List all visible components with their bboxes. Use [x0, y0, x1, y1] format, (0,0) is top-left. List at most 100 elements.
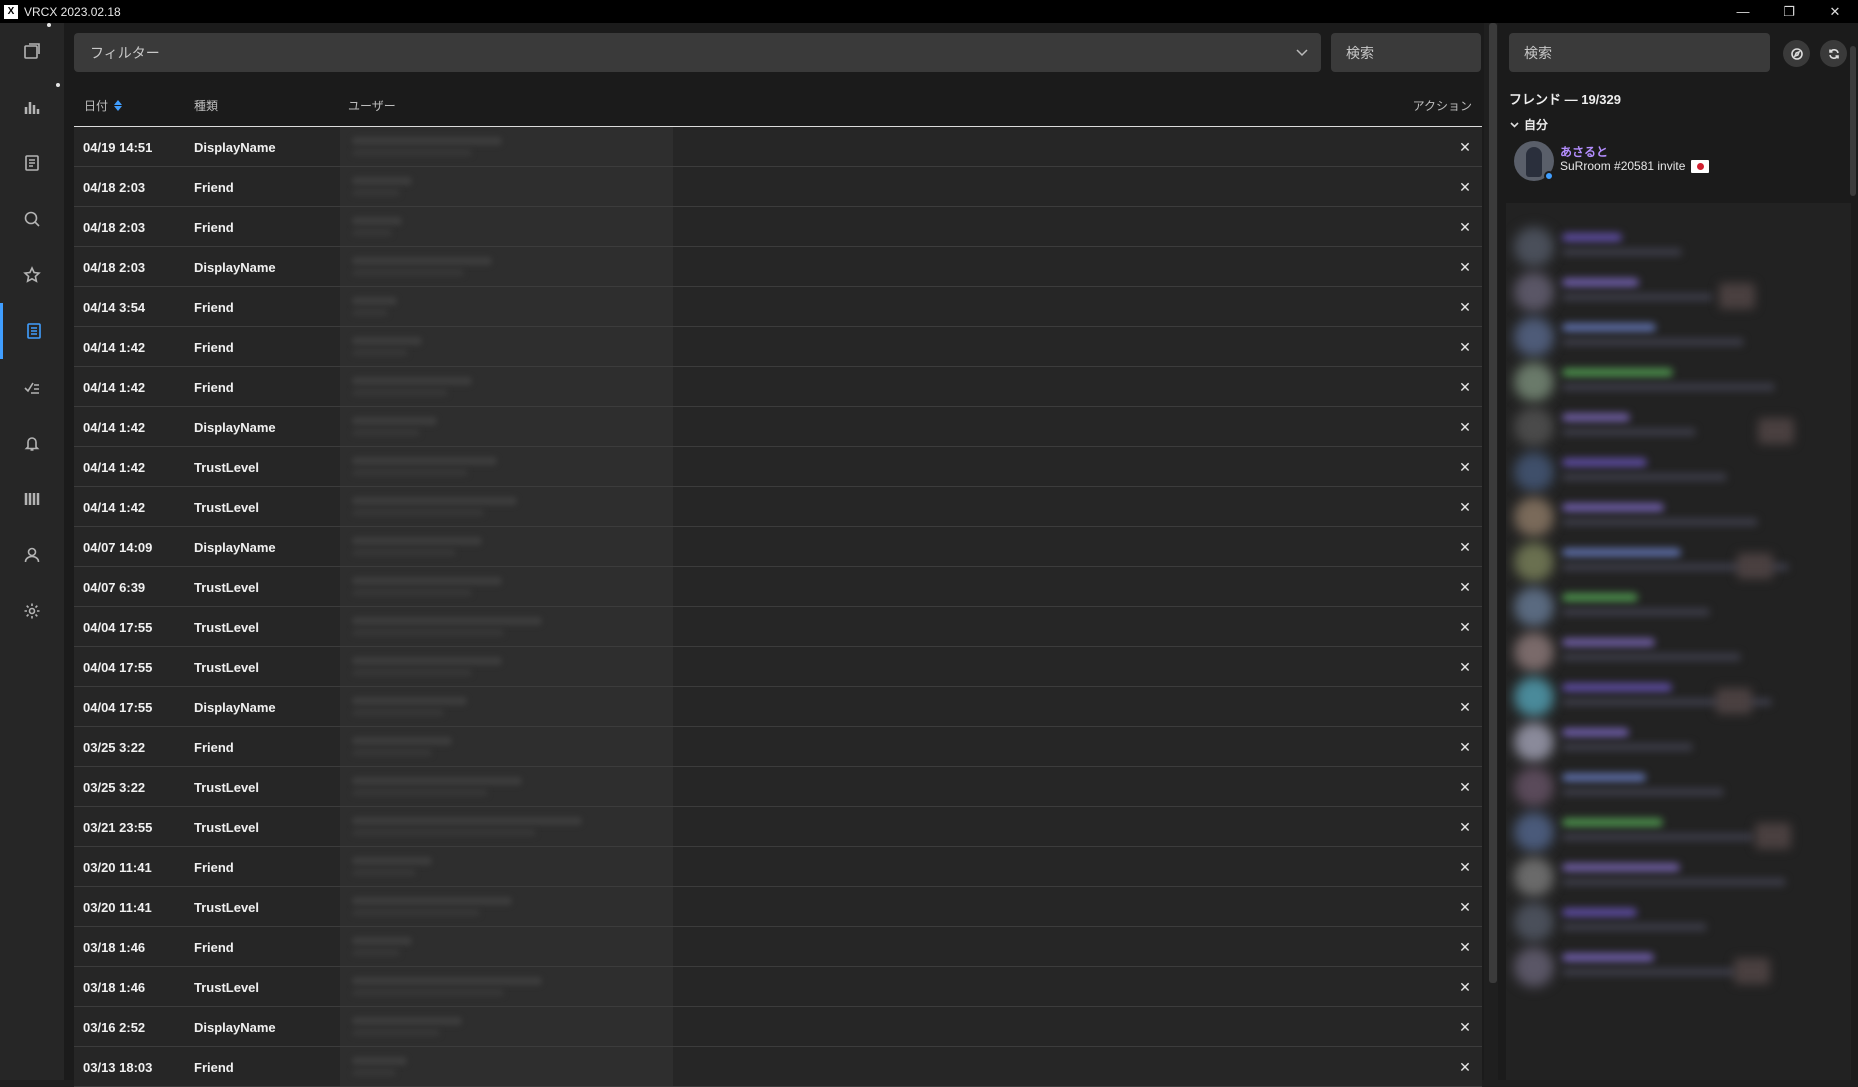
table-row: 03/18 1:46 Friend ✕ — [74, 927, 1482, 967]
user-cell-blurred — [340, 287, 673, 326]
restore-button[interactable]: ❐ — [1766, 0, 1812, 23]
table-header: 日付 種類 ユーザー アクション — [74, 83, 1482, 127]
delete-icon[interactable]: ✕ — [1456, 338, 1474, 356]
date-cell: 04/14 1:42 — [83, 339, 146, 355]
minimize-button[interactable]: — — [1720, 0, 1766, 23]
friend-search-input[interactable] — [1509, 33, 1770, 72]
user-cell-blurred — [340, 967, 673, 1006]
filter-select[interactable]: フィルター — [74, 33, 1321, 72]
date-cell: 03/18 1:46 — [83, 939, 146, 955]
delete-icon[interactable]: ✕ — [1456, 778, 1474, 796]
friend-list-item[interactable] — [1506, 223, 1851, 267]
date-cell: 03/25 3:22 — [83, 779, 146, 795]
friend-list-item[interactable] — [1506, 268, 1851, 312]
sidebar-item-game-log[interactable] — [0, 135, 64, 191]
delete-icon[interactable]: ✕ — [1456, 298, 1474, 316]
type-cell: Friend — [194, 379, 234, 395]
type-cell: TrustLevel — [194, 579, 260, 595]
type-cell: TrustLevel — [194, 659, 260, 675]
self-group-toggle[interactable]: 自分 — [1509, 116, 1548, 133]
user-cell-blurred — [340, 487, 673, 526]
friend-list-item[interactable] — [1506, 313, 1851, 357]
title-bar: X VRCX 2023.02.18 — ❐ ✕ — [0, 0, 1858, 23]
friend-log-table: 日付 種類 ユーザー アクション 04/19 14:51 DisplayName ✕… — [74, 83, 1482, 1087]
sidebar-item-moderation[interactable] — [0, 359, 64, 415]
sidebar-item-settings[interactable] — [0, 583, 64, 639]
close-button[interactable]: ✕ — [1812, 0, 1858, 23]
compass-button[interactable] — [1783, 40, 1810, 67]
friend-list-item[interactable] — [1506, 538, 1851, 582]
delete-icon[interactable]: ✕ — [1456, 698, 1474, 716]
user-cell-blurred — [340, 767, 673, 806]
star-icon — [23, 266, 41, 283]
friend-list-item[interactable] — [1506, 358, 1851, 402]
column-header-date[interactable]: 日付 — [84, 83, 123, 127]
delete-icon[interactable]: ✕ — [1456, 1018, 1474, 1036]
delete-icon[interactable]: ✕ — [1456, 898, 1474, 916]
delete-icon[interactable]: ✕ — [1456, 618, 1474, 636]
table-body: 04/19 14:51 DisplayName ✕ 04/18 2:03 Friend ✕… — [74, 127, 1482, 1087]
search-icon — [24, 211, 40, 227]
user-cell-blurred — [340, 127, 673, 166]
delete-icon[interactable]: ✕ — [1456, 1058, 1474, 1076]
chevron-down-icon — [1295, 45, 1309, 59]
sidebar-item-feed[interactable] — [0, 23, 64, 79]
self-location-text: SuRroom #20581 invite — [1560, 159, 1686, 173]
delete-icon[interactable]: ✕ — [1456, 138, 1474, 156]
delete-icon[interactable]: ✕ — [1456, 658, 1474, 676]
user-cell-blurred — [340, 647, 673, 686]
delete-icon[interactable]: ✕ — [1456, 218, 1474, 236]
friend-list-item[interactable] — [1506, 898, 1851, 942]
date-cell: 04/18 2:03 — [83, 179, 146, 195]
friend-list-item[interactable] — [1506, 943, 1851, 987]
type-cell: Friend — [194, 939, 234, 955]
delete-icon[interactable]: ✕ — [1456, 498, 1474, 516]
friend-list-item[interactable] — [1506, 628, 1851, 672]
delete-icon[interactable]: ✕ — [1456, 818, 1474, 836]
friend-list-item[interactable] — [1506, 853, 1851, 897]
user-cell-blurred — [340, 327, 673, 366]
self-card[interactable]: あさると SuRroom #20581 invite — [1514, 141, 1814, 183]
friend-list-item[interactable] — [1506, 448, 1851, 492]
friend-list-item[interactable] — [1506, 673, 1851, 717]
delete-icon[interactable]: ✕ — [1456, 578, 1474, 596]
friend-list-item[interactable] — [1506, 583, 1851, 627]
delete-icon[interactable]: ✕ — [1456, 178, 1474, 196]
document-icon — [25, 155, 39, 171]
delete-icon[interactable]: ✕ — [1456, 378, 1474, 396]
delete-icon[interactable]: ✕ — [1456, 938, 1474, 956]
sidebar-item-friend-log[interactable] — [0, 303, 64, 359]
date-cell: 04/14 1:42 — [83, 459, 146, 475]
friend-list-item[interactable] — [1506, 763, 1851, 807]
user-cell-blurred — [340, 807, 673, 846]
sidebar-item-profile[interactable] — [0, 527, 64, 583]
sidebar-item-notifications[interactable] — [0, 415, 64, 471]
sidebar-item-favorites[interactable] — [0, 247, 64, 303]
search-input[interactable] — [1331, 33, 1481, 72]
delete-icon[interactable]: ✕ — [1456, 978, 1474, 996]
sidebar-item-library[interactable] — [0, 471, 64, 527]
friends-scrollbar[interactable] — [1850, 46, 1856, 196]
type-cell: Friend — [194, 1059, 234, 1075]
friend-list-item[interactable] — [1506, 493, 1851, 537]
delete-icon[interactable]: ✕ — [1456, 858, 1474, 876]
friend-list-item[interactable] — [1506, 718, 1851, 762]
main-scrollbar[interactable] — [1489, 23, 1497, 983]
sidebar-item-charts[interactable] — [0, 79, 64, 135]
delete-icon[interactable]: ✕ — [1456, 738, 1474, 756]
friend-list-item[interactable] — [1506, 808, 1851, 852]
friends-panel: フレンド — 19/329 自分 あさると SuRroom #20581 inv… — [1498, 23, 1858, 1080]
table-row: 04/14 1:42 Friend ✕ — [74, 367, 1482, 407]
delete-icon[interactable]: ✕ — [1456, 418, 1474, 436]
delete-icon[interactable]: ✕ — [1456, 538, 1474, 556]
delete-icon[interactable]: ✕ — [1456, 258, 1474, 276]
delete-icon[interactable]: ✕ — [1456, 458, 1474, 476]
type-cell: DisplayName — [194, 259, 276, 275]
chevron-down-icon — [1510, 122, 1519, 128]
refresh-button[interactable] — [1820, 40, 1847, 67]
sidebar-item-search[interactable] — [0, 191, 64, 247]
sort-icon[interactable] — [114, 99, 123, 111]
friend-list-item[interactable] — [1506, 403, 1851, 447]
table-row: 03/20 11:41 TrustLevel ✕ — [74, 887, 1482, 927]
type-cell: Friend — [194, 219, 234, 235]
